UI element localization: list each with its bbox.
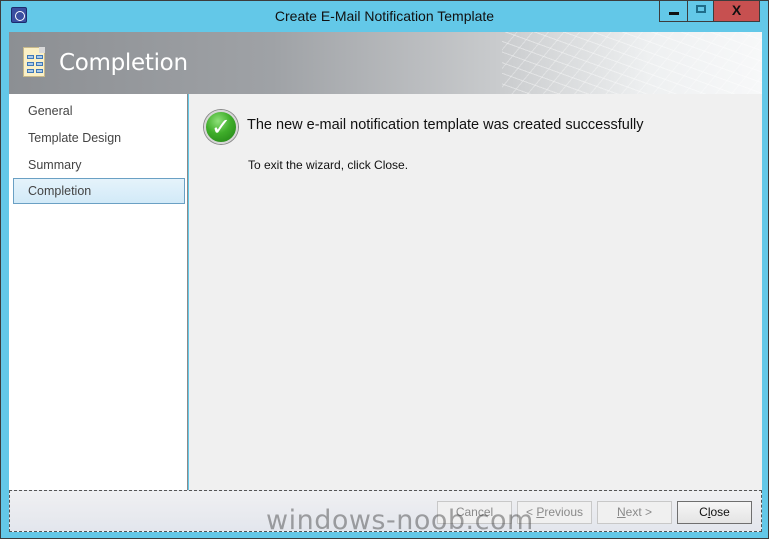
sidebar-item-summary[interactable]: Summary xyxy=(13,152,185,178)
success-check-icon: ✓ xyxy=(204,110,238,144)
window-controls: X xyxy=(659,1,760,22)
wizard-content: ✓ The new e-mail notification template w… xyxy=(189,94,762,490)
minimize-icon xyxy=(669,12,679,15)
maximize-icon xyxy=(696,5,706,13)
minimize-button[interactable] xyxy=(659,1,687,22)
exit-instructions: To exit the wizard, click Close. xyxy=(248,158,409,172)
close-button[interactable]: Close xyxy=(677,501,752,524)
watermark: windows-noob.com xyxy=(266,505,534,536)
sidebar-item-completion[interactable]: Completion xyxy=(13,178,185,204)
close-label-rest: ose xyxy=(710,505,730,519)
next-label-mnemonic: N xyxy=(616,505,626,519)
wizard-window: Create E-Mail Notification Template X Co… xyxy=(0,0,769,539)
close-label-prefix: C xyxy=(699,505,708,519)
title-bar: Create E-Mail Notification Template X xyxy=(1,1,768,31)
template-document-icon xyxy=(23,47,45,77)
success-message: The new e-mail notification template was… xyxy=(247,117,644,133)
close-icon: X xyxy=(731,2,742,18)
window-title: Create E-Mail Notification Template xyxy=(274,8,495,24)
wizard-header: Completion xyxy=(9,32,762,94)
sidebar-item-general[interactable]: General xyxy=(13,98,185,124)
close-window-button[interactable]: X xyxy=(713,1,760,22)
next-button[interactable]: Next > xyxy=(597,501,672,524)
wizard-steps-sidebar: General Template Design Summary Completi… xyxy=(9,94,188,490)
maximize-button[interactable] xyxy=(687,1,713,22)
previous-label-rest: revious xyxy=(544,505,584,519)
page-title: Completion xyxy=(59,50,188,76)
sidebar-item-template-design[interactable]: Template Design xyxy=(13,125,185,151)
next-label-rest: ext > xyxy=(625,505,653,519)
